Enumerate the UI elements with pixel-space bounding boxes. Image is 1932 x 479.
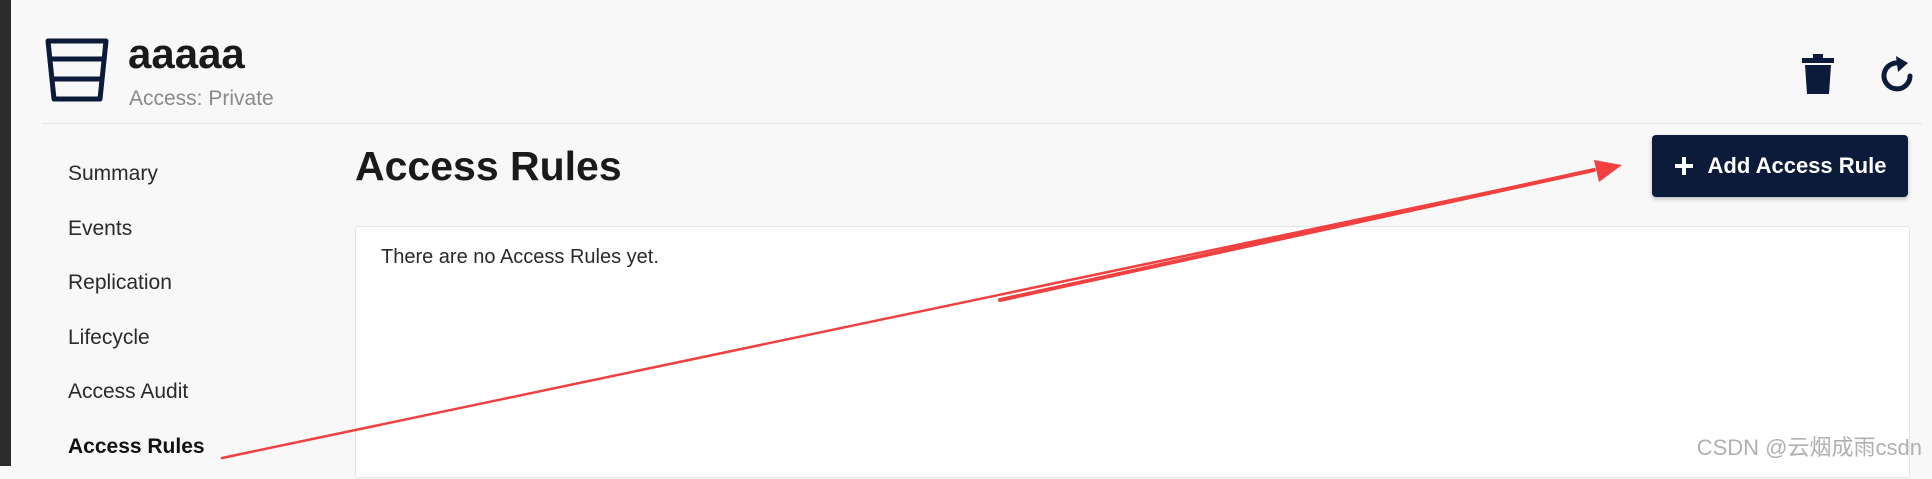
sidebar-item-replication[interactable]: Replication: [68, 261, 328, 316]
add-access-rule-label: Add Access Rule: [1708, 153, 1887, 179]
sidebar-item-access-rules[interactable]: Access Rules: [68, 425, 328, 479]
watermark: CSDN @云烟成雨csdn: [1697, 430, 1922, 462]
bucket-icon: [42, 35, 112, 105]
window-left-edge: [0, 0, 11, 466]
refresh-icon: [1879, 54, 1917, 94]
delete-bucket-button[interactable]: [1794, 50, 1842, 98]
add-access-rule-button[interactable]: Add Access Rule: [1652, 135, 1908, 197]
sidebar-item-lifecycle[interactable]: Lifecycle: [68, 316, 328, 371]
plus-icon: [1674, 156, 1694, 176]
bucket-name: aaaaa: [128, 28, 245, 80]
header-actions: [1794, 50, 1922, 100]
sidebar-item-access-audit[interactable]: Access Audit: [68, 370, 328, 425]
bucket-sidebar: Summary Events Replication Lifecycle Acc…: [68, 152, 328, 479]
bucket-header: aaaaa Access: Private: [42, 28, 1922, 124]
access-rules-panel: There are no Access Rules yet.: [355, 226, 1910, 478]
access-level: Access: Private: [129, 85, 274, 113]
trash-icon: [1802, 54, 1834, 94]
refresh-button[interactable]: [1874, 50, 1922, 98]
sidebar-item-summary[interactable]: Summary: [68, 152, 328, 207]
page-title: Access Rules: [355, 140, 622, 192]
sidebar-item-events[interactable]: Events: [68, 207, 328, 262]
empty-state-message: There are no Access Rules yet.: [381, 243, 659, 271]
header-divider: [42, 123, 1922, 124]
